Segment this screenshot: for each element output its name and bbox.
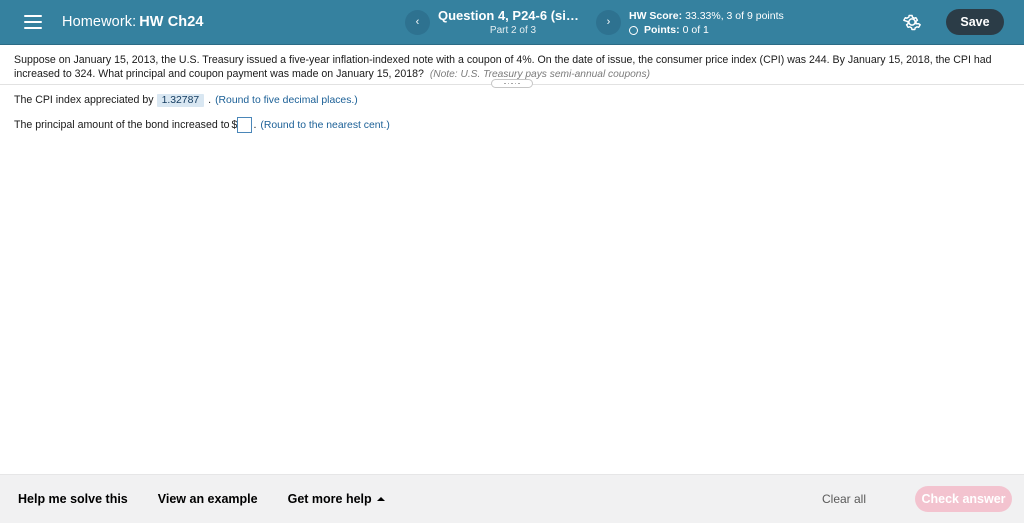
hw-score-value: 33.33%, 3 of 9 points — [685, 10, 784, 22]
app-header: Homework: HW Ch24 ‹ Question 4, P24-6 (si… — [0, 0, 1024, 45]
drag-dot — [514, 82, 517, 85]
points-value: 0 of 1 — [682, 24, 709, 36]
drag-handle-icon[interactable] — [491, 79, 533, 88]
answer-list: The CPI index appreciated by 1.32787 . (… — [14, 92, 914, 133]
drag-dot — [518, 82, 520, 85]
caret-up-icon — [376, 497, 385, 501]
chevron-left-icon: ‹ — [415, 16, 420, 28]
answer-row-cpi: The CPI index appreciated by 1.32787 . (… — [14, 92, 914, 108]
check-answer-button[interactable]: Check answer — [915, 486, 1012, 512]
hamburger-bar — [24, 27, 42, 29]
next-question-button[interactable]: › — [596, 10, 621, 35]
get-more-help-button[interactable]: Get more help — [288, 492, 385, 506]
hw-score-row: HW Score: 33.33%, 3 of 9 points — [629, 9, 784, 23]
gear-icon — [903, 14, 921, 31]
drag-dot — [511, 82, 513, 85]
points-label: Points: — [644, 24, 680, 36]
question-body: Suppose on January 15, 2013, the U.S. Tr… — [14, 54, 1010, 81]
chevron-right-icon: › — [606, 16, 611, 28]
view-an-example-button[interactable]: View an example — [158, 492, 258, 506]
empty-circle-icon — [629, 25, 638, 35]
clear-all-button[interactable]: Clear all — [822, 492, 866, 506]
get-more-help-label: Get more help — [287, 492, 372, 506]
question-info: Question 4, P24-6 (simil… Part 2 of 3 — [438, 9, 588, 36]
assignment-type-label: Homework: — [62, 14, 137, 30]
drag-dot — [507, 82, 510, 85]
question-part: Part 2 of 3 — [489, 24, 537, 36]
answer-prefix-label: The principal amount of the bond increas… — [14, 119, 230, 131]
cpi-appreciation-value[interactable]: 1.32787 — [156, 93, 205, 107]
question-title: Question 4, P24-6 (simil… — [438, 8, 588, 23]
save-button[interactable]: Save — [946, 9, 1004, 35]
assignment-name: HW Ch24 — [139, 14, 204, 30]
question-navigator: ‹ Question 4, P24-6 (simil… Part 2 of 3 … — [405, 0, 621, 45]
answer-rounding-hint: (Round to five decimal places.) — [215, 94, 358, 106]
answer-prefix-label: The CPI index appreciated by — [14, 94, 154, 106]
question-note: (Note: U.S. Treasury pays semi-annual co… — [429, 68, 650, 80]
points-row: Points: 0 of 1 — [629, 23, 784, 37]
hamburger-menu-icon[interactable] — [24, 15, 42, 29]
hamburger-bar — [24, 15, 42, 17]
question-area: Suppose on January 15, 2013, the U.S. Tr… — [0, 46, 1024, 81]
answer-period: . — [208, 94, 212, 106]
principal-amount-input[interactable] — [237, 117, 253, 133]
hw-score-label: HW Score: — [629, 10, 683, 22]
settings-button[interactable] — [901, 11, 923, 33]
assignment-title: Homework: HW Ch24 — [62, 14, 204, 30]
drag-dot — [504, 82, 506, 85]
help-me-solve-this-button[interactable]: Help me solve this — [18, 492, 128, 506]
previous-question-button[interactable]: ‹ — [405, 10, 430, 35]
hamburger-bar — [24, 21, 42, 23]
answer-row-principal: The principal amount of the bond increas… — [14, 117, 914, 133]
bottom-toolbar: Help me solve this View an example Get m… — [0, 474, 1024, 523]
score-summary: HW Score: 33.33%, 3 of 9 points Points: … — [629, 9, 784, 37]
answer-period: . — [253, 119, 257, 131]
answer-rounding-hint: (Round to the nearest cent.) — [260, 119, 390, 131]
